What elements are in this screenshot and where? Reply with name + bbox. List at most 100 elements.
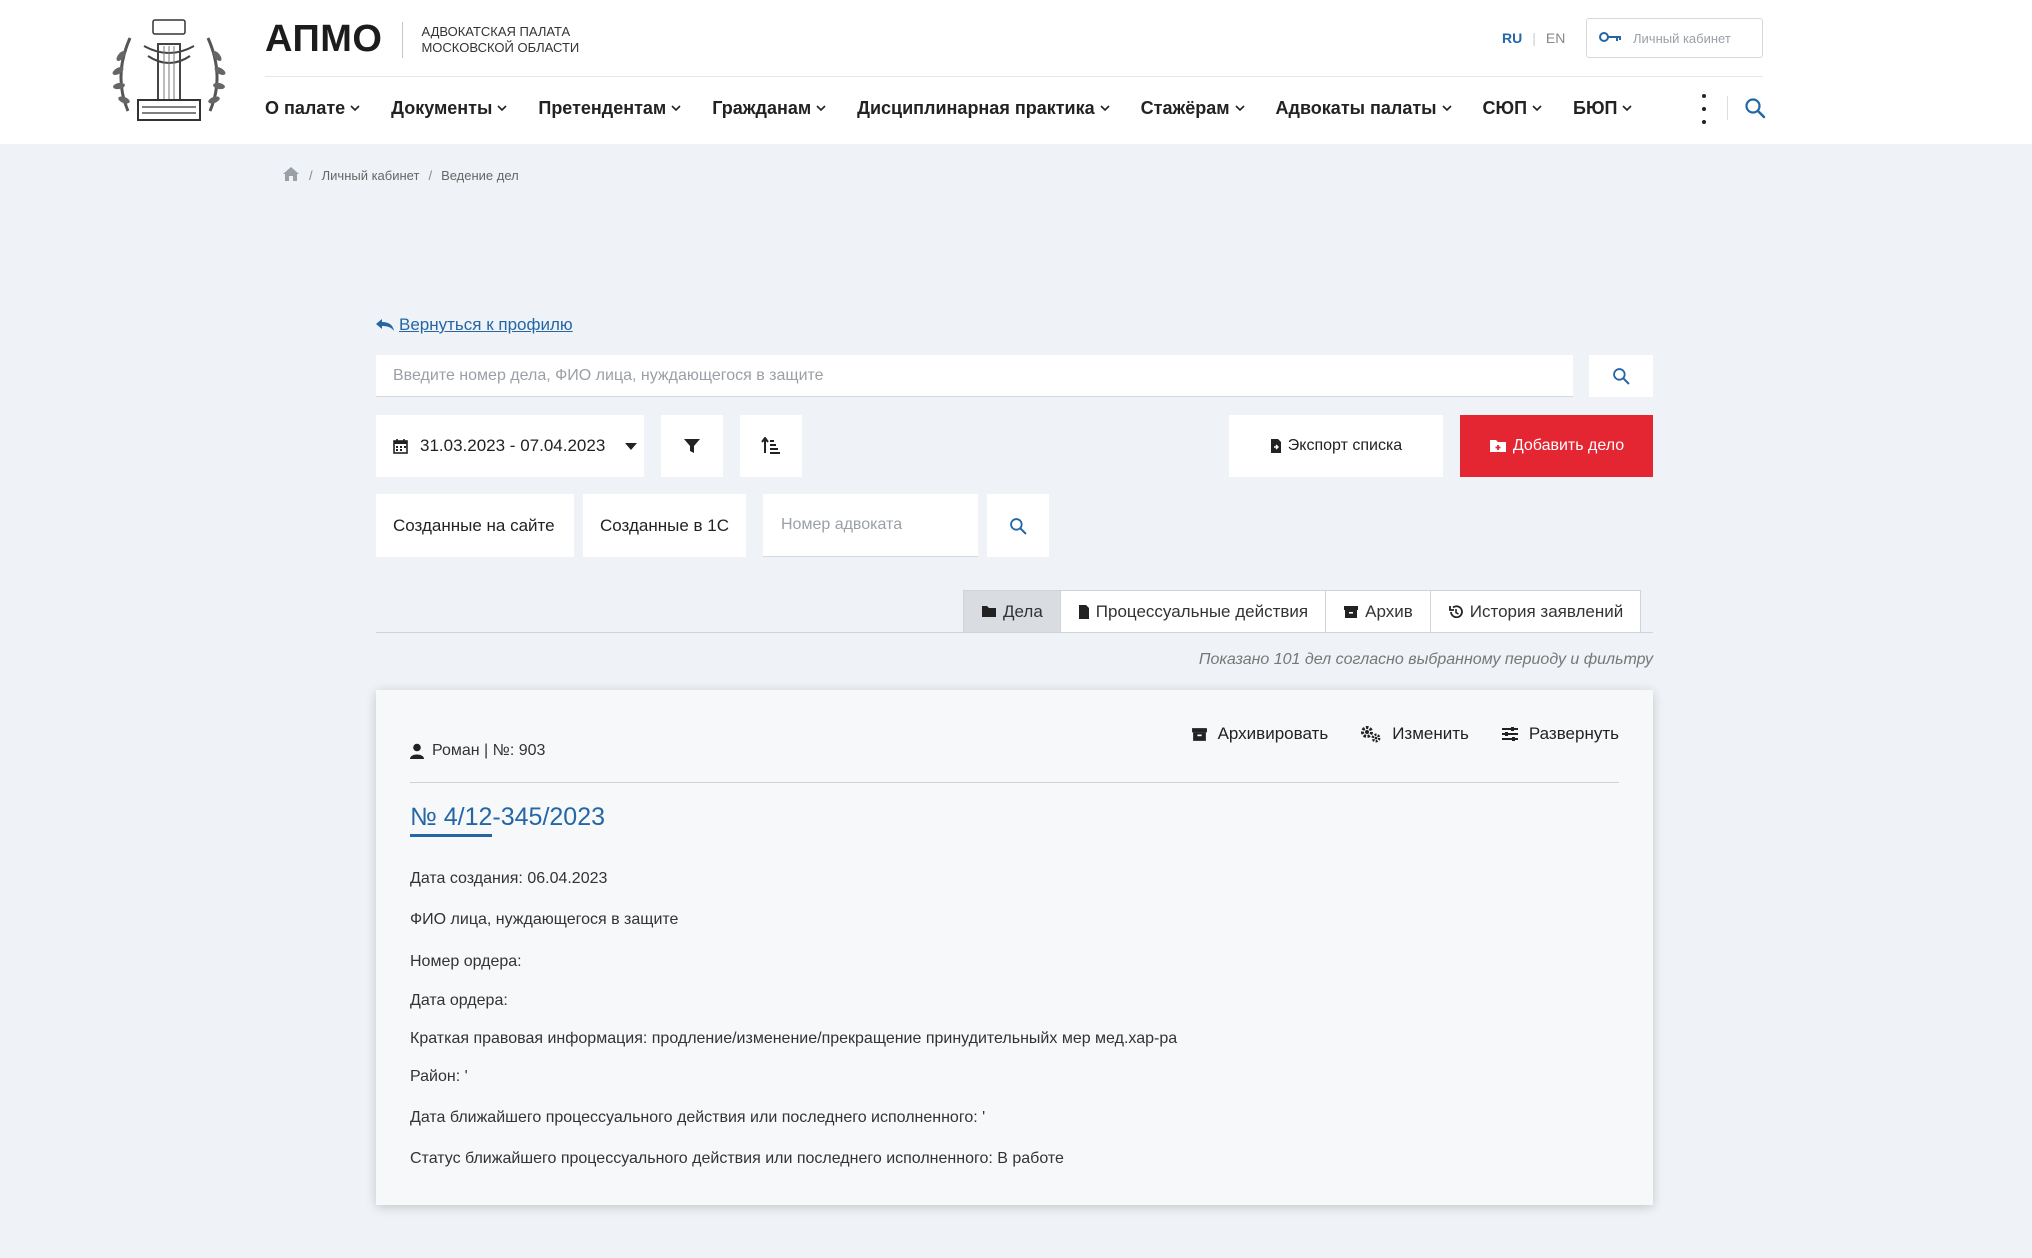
history-icon xyxy=(1448,604,1463,618)
case-number-link[interactable]: № 4/12-345/2023 xyxy=(410,803,605,832)
home-icon[interactable] xyxy=(282,166,300,185)
back-link-label: Вернуться к профилю xyxy=(399,315,573,334)
tab-label: Дела xyxy=(1003,601,1043,621)
sort-button[interactable] xyxy=(740,415,802,477)
nav-item-label: О палате xyxy=(265,97,346,118)
chevron-down-icon xyxy=(1100,105,1110,112)
tab-label: Архив xyxy=(1365,601,1413,621)
chevron-down-icon xyxy=(497,105,507,112)
breadcrumb-separator: / xyxy=(309,168,313,183)
lang-en[interactable]: EN xyxy=(1546,30,1565,46)
nav-item-label: Дисциплинарная практика xyxy=(857,97,1095,118)
nav-item-label: Стажёрам xyxy=(1140,97,1230,118)
language-switcher: RU | EN xyxy=(1502,30,1565,46)
more-menu-icon[interactable] xyxy=(1699,94,1709,124)
case-owner: Роман | №: 903 xyxy=(410,742,545,760)
nav-item-label: Гражданам xyxy=(712,97,812,118)
case-search-input[interactable] xyxy=(376,355,1573,397)
site-header: АПМО АДВОКАТСКАЯ ПАЛАТА МОСКОВСКОЙ ОБЛАС… xyxy=(0,0,2032,144)
brand-block[interactable]: АПМО АДВОКАТСКАЯ ПАЛАТА МОСКОВСКОЙ ОБЛАС… xyxy=(265,18,579,61)
chevron-down-icon xyxy=(1234,105,1245,112)
nav-item-label: Документы xyxy=(391,97,493,118)
edit-case-button[interactable]: Изменить xyxy=(1360,724,1469,744)
brand-divider xyxy=(402,21,404,58)
case-person-name: ФИО лица, нуждающегося в защите xyxy=(410,911,679,928)
case-search-button[interactable] xyxy=(1589,355,1653,397)
chevron-down-icon xyxy=(816,105,826,112)
nav-item-documents[interactable]: Документы xyxy=(391,94,507,122)
filter-button[interactable] xyxy=(661,415,723,477)
key-icon xyxy=(1599,31,1623,46)
tab-label: Процессуальные действия xyxy=(1095,601,1309,621)
breadcrumb-separator: / xyxy=(428,168,433,183)
lawyer-search-button[interactable] xyxy=(987,494,1049,557)
archive-case-button[interactable]: Архивировать xyxy=(1191,724,1329,744)
sort-amount-icon xyxy=(761,437,780,454)
tab-label: История заявлений xyxy=(1469,601,1624,621)
reply-all-icon xyxy=(376,319,394,331)
archive-icon xyxy=(1344,605,1359,618)
search-icon xyxy=(1613,368,1630,385)
chevron-down-icon xyxy=(1622,105,1633,112)
case-order-number: Номер ордера: xyxy=(410,953,522,970)
nav-item-syup[interactable]: СЮП xyxy=(1483,94,1543,122)
date-range-picker[interactable]: 31.03.2023 - 07.04.2023 xyxy=(376,415,644,477)
case-number-underline xyxy=(410,834,492,837)
case-nearest-action-status: Статус ближайшего процессуального действ… xyxy=(410,1150,1064,1167)
nav-item-label: Претендентам xyxy=(538,97,667,118)
card-divider xyxy=(410,782,1619,783)
case-tabs: Дела Процессуальные действия Архив Истор… xyxy=(963,590,1642,633)
filter-created-site[interactable]: Созданные на сайте xyxy=(376,494,574,557)
nav-item-about[interactable]: О палате xyxy=(265,94,360,122)
header-search-icon[interactable] xyxy=(1744,97,1766,119)
nav-divider xyxy=(1727,96,1728,120)
export-list-button[interactable]: Экспорт списка xyxy=(1229,415,1443,477)
chevron-down-icon xyxy=(1532,105,1542,112)
personal-cabinet-button[interactable]: Личный кабинет xyxy=(1586,18,1763,58)
date-range-value: 31.03.2023 - 07.04.2023 xyxy=(420,436,606,455)
case-card: Роман | №: 903 Архивировать Изменить Раз… xyxy=(376,690,1653,1205)
nav-item-lawyers[interactable]: Адвокаты палаты xyxy=(1276,94,1452,122)
cabinet-label: Личный кабинет xyxy=(1633,30,1731,46)
lang-ru[interactable]: RU xyxy=(1502,30,1522,46)
nav-item-applicants[interactable]: Претендентам xyxy=(538,94,681,122)
nav-item-disciplinary[interactable]: Дисциплинарная практика xyxy=(857,94,1110,122)
case-order-date: Дата ордера: xyxy=(410,992,508,1009)
chevron-down-icon xyxy=(671,105,681,112)
sliders-icon xyxy=(1501,727,1518,741)
chevron-down-icon xyxy=(350,105,360,112)
nav-item-label: БЮП xyxy=(1573,97,1618,118)
tab-archive[interactable]: Архив xyxy=(1326,590,1431,633)
brand-sub-line1: АДВОКАТСКАЯ ПАЛАТА xyxy=(421,23,571,39)
archive-case-label: Архивировать xyxy=(1217,724,1329,743)
lawyer-number-input[interactable] xyxy=(763,494,978,557)
breadcrumb-item-current: Ведение дел xyxy=(441,168,519,183)
file-icon xyxy=(1078,604,1089,619)
lang-divider: | xyxy=(1532,30,1536,46)
search-icon xyxy=(1010,517,1027,534)
archive-icon xyxy=(1191,727,1207,741)
tab-application-history[interactable]: История заявлений xyxy=(1430,590,1642,633)
breadcrumb: / Личный кабинет / Ведение дел xyxy=(282,166,519,185)
back-to-profile-link[interactable]: Вернуться к профилю xyxy=(375,315,573,335)
nav-item-citizens[interactable]: Гражданам xyxy=(712,94,826,122)
case-owner-label: Роман | №: 903 xyxy=(432,742,546,759)
case-legal-info: Краткая правовая информация: продление/и… xyxy=(410,1030,1178,1047)
case-created-date: Дата создания: 06.04.2023 xyxy=(410,870,608,887)
edit-case-label: Изменить xyxy=(1392,724,1469,743)
tab-procedural-actions[interactable]: Процессуальные действия xyxy=(1060,590,1327,633)
apmo-emblem-logo[interactable] xyxy=(108,16,230,128)
results-count-note: Показано 101 дел согласно выбранному пер… xyxy=(1198,651,1653,668)
breadcrumb-item-cabinet[interactable]: Личный кабинет xyxy=(322,168,420,183)
user-icon xyxy=(410,743,424,759)
add-case-button[interactable]: Добавить дело xyxy=(1460,415,1653,477)
nav-item-interns[interactable]: Стажёрам xyxy=(1141,94,1245,122)
tab-cases[interactable]: Дела xyxy=(963,590,1061,633)
nav-item-label: СЮП xyxy=(1482,97,1528,118)
add-case-label: Добавить дело xyxy=(1512,437,1625,454)
filter-created-1c[interactable]: Созданные в 1С xyxy=(583,494,746,557)
expand-case-button[interactable]: Развернуть xyxy=(1501,724,1619,744)
case-nearest-action-date: Дата ближайшего процессуального действия… xyxy=(410,1109,986,1126)
nav-item-byup[interactable]: БЮП xyxy=(1573,94,1633,122)
filter-icon xyxy=(684,439,700,453)
